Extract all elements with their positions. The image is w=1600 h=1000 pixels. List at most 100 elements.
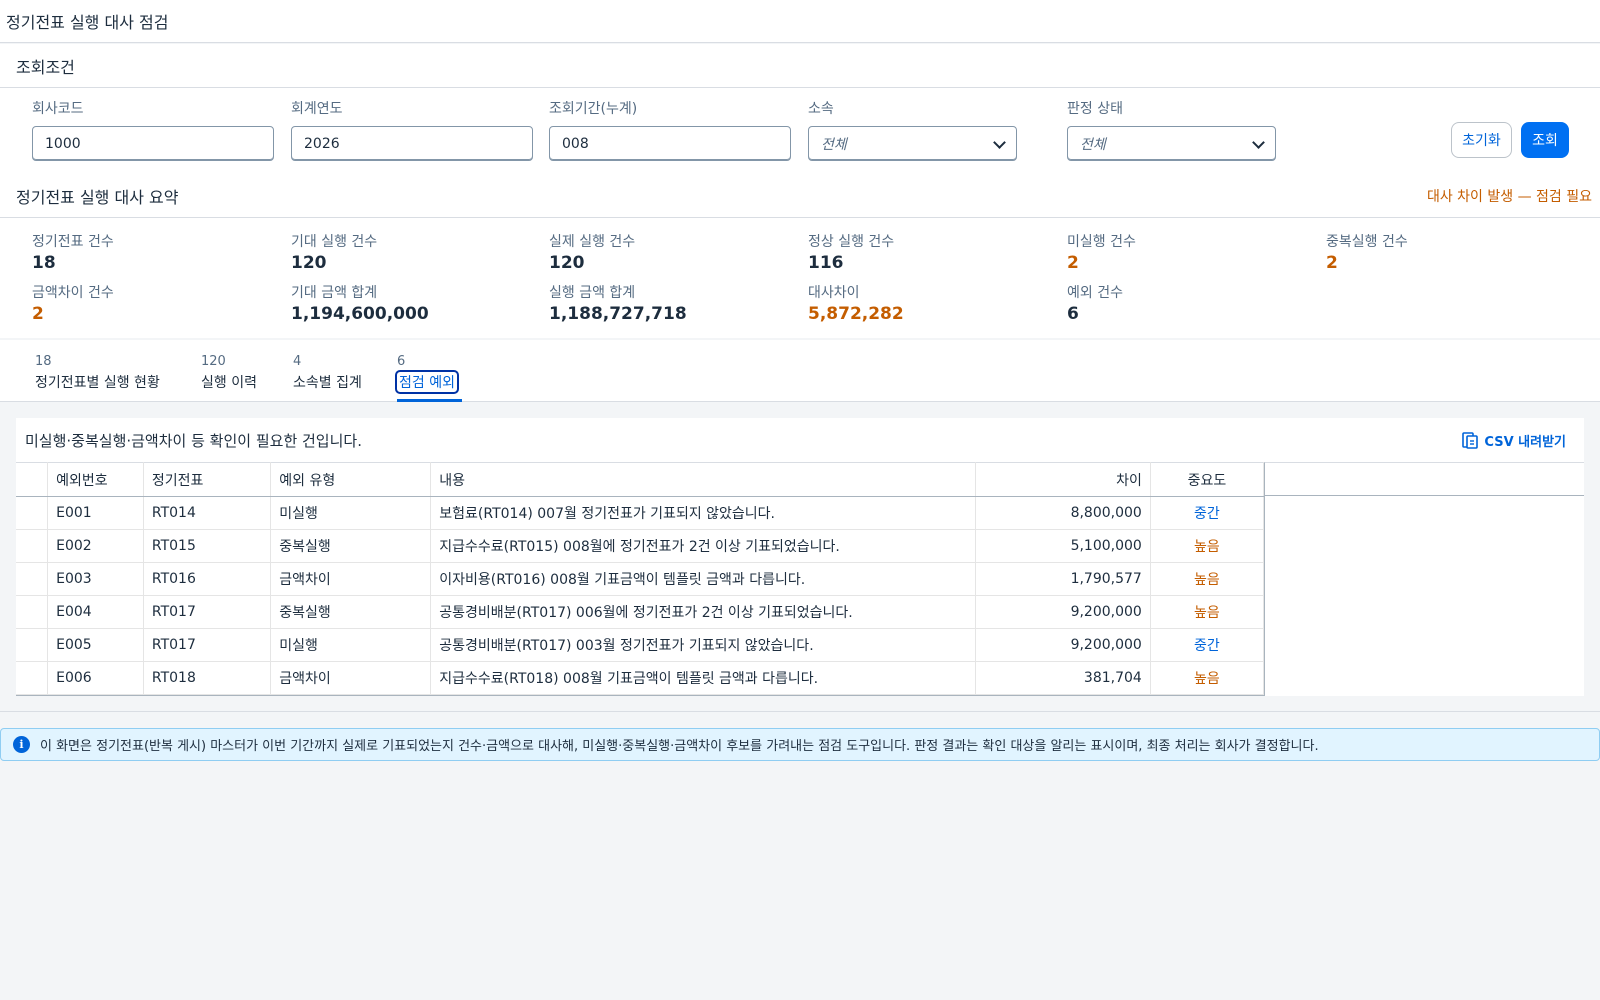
exception-type: 금액차이 — [270, 562, 432, 596]
column-header[interactable]: 차이 — [975, 462, 1151, 497]
kpi-value: 1,194,600,000 — [291, 304, 429, 324]
org-select-value: 전체 — [821, 136, 847, 153]
reset-button[interactable]: 초기화 — [1451, 122, 1512, 158]
csv-download-icon — [1462, 432, 1479, 449]
kpi-value: 1,188,727,718 — [549, 304, 687, 324]
info-message-text: 이 화면은 정기전표(반복 게시) 마스터가 이번 기간까지 실제로 기표되었는… — [40, 739, 1319, 754]
exception-id: E003 — [47, 562, 144, 596]
exception-type: 중복실행 — [270, 529, 432, 563]
kpi-label: 기대 실행 건수 — [291, 234, 378, 250]
kpi-duplicate-runs: 중복실행 건수 2 — [1326, 231, 1408, 273]
kpi-value: 2 — [32, 304, 44, 324]
company-code-input[interactable]: 1000 — [32, 126, 274, 161]
row-selector[interactable] — [16, 661, 49, 695]
severity-badge: 높음 — [1150, 562, 1265, 596]
info-message-strip: i 이 화면은 정기전표(반복 게시) 마스터가 이번 기간까지 실제로 기표되… — [0, 728, 1600, 761]
table-header-row: 예외번호 정기전표 예외 유형 내용 차이 중요도 — [16, 462, 1265, 497]
row-selector[interactable] — [16, 529, 49, 563]
journal-id: RT015 — [143, 529, 272, 563]
chevron-down-icon — [1253, 139, 1263, 149]
kpi-label: 정기전표 건수 — [32, 234, 114, 250]
row-selector[interactable] — [16, 562, 49, 596]
page-header: 정기전표 실행 대사 점검 — [0, 0, 1600, 43]
org-field: 소속 전체 — [808, 98, 1017, 161]
exception-content: 공통경비배분(RT017) 006월에 정기전표가 2건 이상 기표되었습니다. — [430, 595, 976, 629]
exception-type: 중복실행 — [270, 595, 432, 629]
tab-org-summary[interactable]: 4 소속별 집계 — [293, 354, 362, 392]
table-row[interactable]: E004 RT017 중복실행 공통경비배분(RT017) 006월에 정기전표… — [16, 595, 1265, 629]
table-row[interactable]: E003 RT016 금액차이 이자비용(RT016) 008월 기표금액이 템… — [16, 562, 1265, 596]
table-row[interactable]: E001 RT014 미실행 보험료(RT014) 007월 정기전표가 기표되… — [16, 496, 1265, 530]
company-code-field: 회사코드 1000 — [32, 98, 274, 161]
exceptions-panel: 미실행·중복실행·금액차이 등 확인이 필요한 건입니다. CSV 내려받기 예… — [16, 418, 1584, 696]
tab-run-history[interactable]: 120 실행 이력 — [201, 354, 257, 392]
column-header[interactable]: 정기전표 — [143, 462, 272, 497]
journal-id: RT014 — [143, 496, 272, 530]
filter-section-title: 조회조건 — [16, 57, 75, 77]
kpi-label: 기대 금액 합계 — [291, 285, 378, 301]
tab-count: 120 — [201, 354, 226, 369]
exception-id: E005 — [47, 628, 144, 662]
org-select[interactable]: 전체 — [808, 126, 1017, 161]
row-selector[interactable] — [16, 595, 49, 629]
kpi-label: 정상 실행 건수 — [808, 234, 895, 250]
status-field: 판정 상태 전체 — [1067, 98, 1276, 161]
kpi-label: 실행 금액 합계 — [549, 285, 636, 301]
column-header[interactable]: 내용 — [430, 462, 976, 497]
kpi-actual-runs: 실제 실행 건수 120 — [549, 231, 635, 273]
kpi-missed-runs: 미실행 건수 2 — [1067, 231, 1136, 273]
filter-area: 회사코드 1000 회계연도 2026 조회기간(누계) 008 소속 전체 판… — [0, 88, 1600, 174]
row-selector[interactable] — [16, 628, 49, 662]
fiscal-year-field: 회계연도 2026 — [291, 98, 533, 161]
kpi-value: 120 — [549, 253, 585, 273]
exception-type: 금액차이 — [270, 661, 432, 695]
exceptions-description: 미실행·중복실행·금액차이 등 확인이 필요한 건입니다. — [25, 431, 362, 450]
journal-id: RT016 — [143, 562, 272, 596]
kpi-label: 미실행 건수 — [1067, 234, 1136, 250]
page-title: 정기전표 실행 대사 점검 — [6, 13, 169, 32]
exception-id: E004 — [47, 595, 144, 629]
company-code-label: 회사코드 — [32, 101, 84, 117]
period-input[interactable]: 008 — [549, 126, 791, 161]
csv-download-button[interactable]: CSV 내려받기 — [1462, 431, 1566, 450]
tab-bar: 18 정기전표별 실행 현황 120 실행 이력 4 소속별 집계 6 점검 예… — [0, 340, 1600, 402]
table-row[interactable]: E002 RT015 중복실행 지급수수료(RT015) 008월에 정기전표가… — [16, 529, 1265, 563]
period-value: 008 — [562, 135, 589, 152]
exceptions-table: 예외번호 정기전표 예외 유형 내용 차이 중요도 E001 RT014 미실행… — [16, 462, 1265, 695]
severity-badge: 높음 — [1150, 529, 1265, 563]
kpi-reconciliation-diff: 대사차이 5,872,282 — [808, 282, 904, 324]
column-header[interactable]: 중요도 — [1150, 462, 1265, 497]
kpi-normal-runs: 정상 실행 건수 116 — [808, 231, 894, 273]
tab-count: 6 — [397, 354, 406, 369]
tab-label: 실행 이력 — [201, 375, 257, 391]
period-label: 조회기간(누계) — [549, 101, 638, 117]
tab-exceptions[interactable]: 6 점검 예외 — [395, 354, 459, 394]
kpi-label: 예외 건수 — [1067, 285, 1123, 301]
journal-id: RT017 — [143, 628, 272, 662]
status-select[interactable]: 전체 — [1067, 126, 1276, 161]
table-row[interactable]: E005 RT017 미실행 공통경비배분(RT017) 003월 정기전표가 … — [16, 628, 1265, 662]
table-row[interactable]: E006 RT018 금액차이 지급수수료(RT018) 008월 기표금액이 … — [16, 661, 1265, 695]
csv-download-label: CSV 내려받기 — [1484, 434, 1566, 450]
kpi-value: 6 — [1067, 304, 1079, 324]
exception-diff: 381,704 — [975, 661, 1151, 695]
fiscal-year-label: 회계연도 — [291, 101, 343, 117]
tab-journal-status[interactable]: 18 정기전표별 실행 현황 — [35, 354, 160, 392]
company-code-value: 1000 — [45, 135, 81, 152]
column-header[interactable]: 예외번호 — [47, 462, 144, 497]
tab-count: 18 — [35, 354, 52, 369]
tab-label: 정기전표별 실행 현황 — [35, 375, 160, 391]
search-button[interactable]: 조회 — [1521, 122, 1569, 158]
severity-badge: 중간 — [1150, 628, 1265, 662]
exception-diff: 8,800,000 — [975, 496, 1151, 530]
kpi-value: 2 — [1067, 253, 1079, 273]
kpi-journal-count: 정기전표 건수 18 — [32, 231, 114, 273]
severity-badge: 중간 — [1150, 496, 1265, 530]
exception-content: 지급수수료(RT018) 008월 기표금액이 템플릿 금액과 다릅니다. — [430, 661, 976, 695]
table-header-filler — [1264, 462, 1584, 496]
row-selector[interactable] — [16, 496, 49, 530]
column-header[interactable]: 예외 유형 — [270, 462, 432, 497]
kpi-label: 실제 실행 건수 — [549, 234, 636, 250]
fiscal-year-input[interactable]: 2026 — [291, 126, 533, 161]
tab-label: 소속별 집계 — [293, 375, 362, 391]
